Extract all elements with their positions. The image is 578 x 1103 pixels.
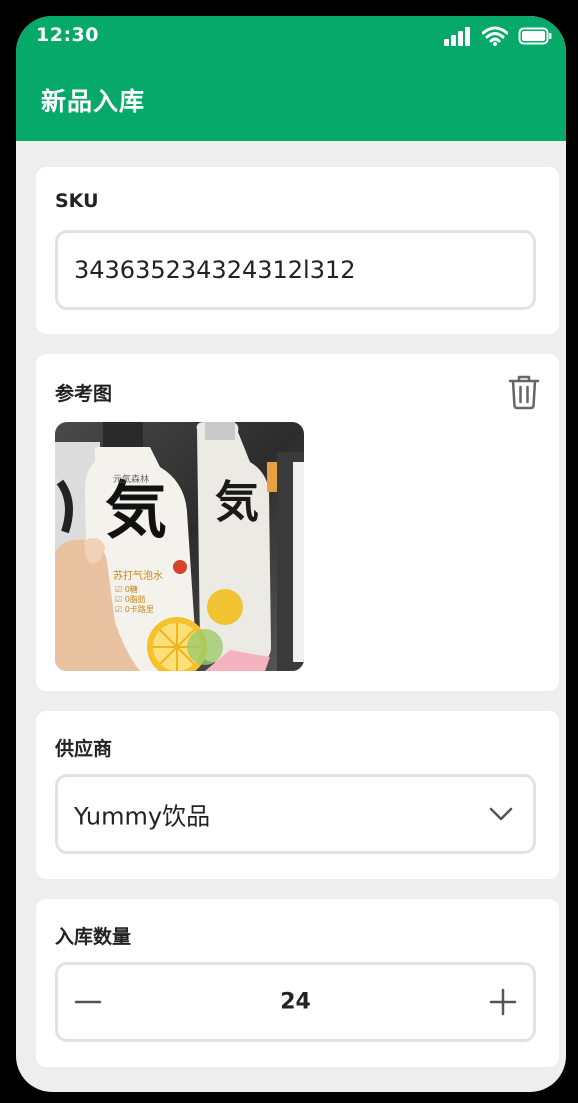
quantity-label: 入库数量 [55, 926, 132, 948]
page-title: 新品入库 [41, 87, 146, 116]
svg-text:苏打气泡水: 苏打气泡水 [113, 569, 163, 582]
battery-icon [518, 27, 552, 45]
quantity-value[interactable]: 24 [280, 990, 311, 1015]
quantity-card: 入库数量 24 [36, 899, 559, 1067]
sku-label: SKU [55, 190, 99, 212]
supplier-label: 供应商 [55, 738, 113, 760]
svg-text:☑ 0卡路里: ☑ 0卡路里 [115, 604, 154, 614]
minus-icon[interactable] [74, 988, 102, 1016]
reference-image[interactable]: 気 気 元気森林 苏打气泡水 ☑ 0糖 ☑ 0脂肪 ☑ 0卡路里 [55, 422, 304, 671]
chevron-down-icon [489, 807, 513, 821]
supplier-card: 供应商 Yummy饮品 [36, 711, 559, 879]
sku-input[interactable]: 343635234324312l312 [55, 230, 536, 310]
svg-text:☑ 0糖: ☑ 0糖 [115, 584, 138, 594]
wifi-icon [482, 26, 508, 46]
signal-icon [444, 27, 470, 46]
reference-image-label: 参考图 [55, 383, 113, 405]
product-photo: 気 気 元気森林 苏打气泡水 ☑ 0糖 ☑ 0脂肪 ☑ 0卡路里 [55, 422, 304, 671]
sku-card: SKU 343635234324312l312 [36, 167, 559, 334]
svg-text:元気森林: 元気森林 [113, 473, 149, 485]
phone-frame: 12:30 新品入库 SKU 343635234324312l312 参考图 気… [2, 2, 576, 1101]
quantity-stepper: 24 [55, 962, 536, 1042]
supplier-selected-value: Yummy饮品 [74, 802, 211, 831]
sku-input-value: 343635234324312l312 [74, 256, 356, 284]
app-screen: 12:30 新品入库 SKU 343635234324312l312 参考图 気… [16, 16, 566, 1092]
status-icons [444, 26, 552, 46]
status-time: 12:30 [36, 24, 99, 46]
supplier-select[interactable]: Yummy饮品 [55, 774, 536, 854]
trash-icon[interactable] [508, 374, 540, 410]
app-bar: 12:30 新品入库 [16, 16, 566, 141]
plus-icon[interactable] [489, 988, 517, 1016]
reference-image-card: 参考图 気 気 元気森林 苏打气泡水 ☑ 0糖 ☑ 0脂肪 ☑ 0卡路里 [36, 354, 559, 691]
svg-text:☑ 0脂肪: ☑ 0脂肪 [115, 594, 146, 604]
svg-text:気: 気 [215, 477, 259, 528]
